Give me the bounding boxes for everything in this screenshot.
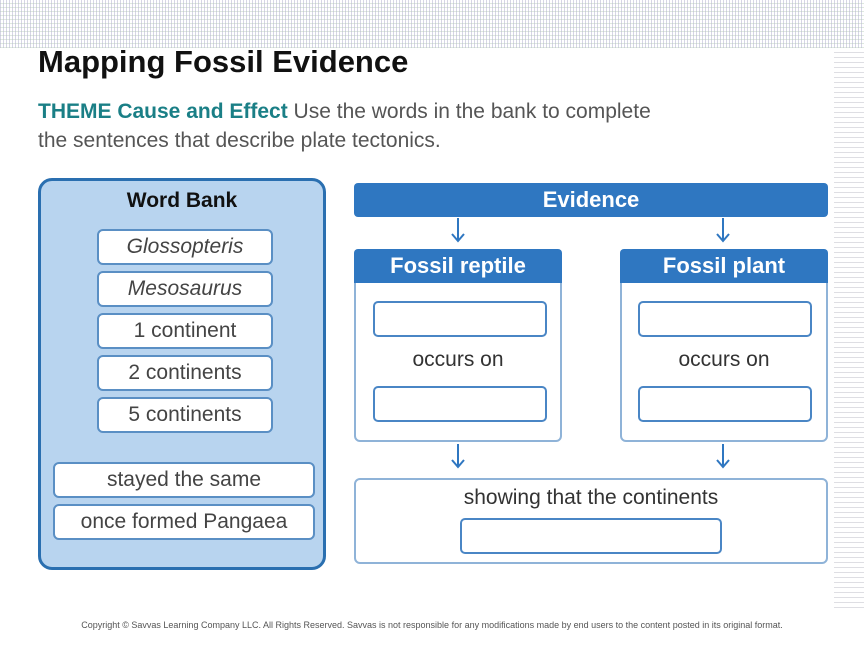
word-chip-mesosaurus[interactable]: Mesosaurus xyxy=(97,271,273,307)
plant-name-blank[interactable] xyxy=(638,301,812,337)
word-chip-once-formed-pangaea[interactable]: once formed Pangaea xyxy=(53,504,315,540)
fossil-plant-card: Fossil plant occurs on xyxy=(620,249,828,442)
arrow-down-icon xyxy=(451,218,465,243)
fossil-reptile-card: Fossil reptile occurs on xyxy=(354,249,562,442)
reptile-name-blank[interactable] xyxy=(373,301,547,337)
conclusion-blank[interactable] xyxy=(460,518,722,554)
conclusion-box: showing that the continents xyxy=(354,478,828,564)
word-bank: Word Bank Glossopteris Mesosaurus 1 cont… xyxy=(38,178,326,570)
fossil-reptile-header: Fossil reptile xyxy=(354,249,562,283)
decorative-texture-top xyxy=(0,0,864,48)
word-bank-title: Word Bank xyxy=(126,189,238,212)
word-chip-1-continent[interactable]: 1 continent xyxy=(97,313,273,349)
word-chip-stayed-the-same[interactable]: stayed the same xyxy=(53,462,315,498)
word-chip-5-continents[interactable]: 5 continents xyxy=(97,397,273,433)
reptile-location-blank[interactable] xyxy=(373,386,547,422)
theme-label: THEME Cause and Effect xyxy=(38,100,288,123)
reptile-occurs-on: occurs on xyxy=(412,348,504,371)
arrow-down-icon xyxy=(451,444,465,469)
plant-location-blank[interactable] xyxy=(638,386,812,422)
evidence-header: Evidence xyxy=(354,183,828,217)
decorative-texture-right xyxy=(834,48,864,608)
arrow-down-icon xyxy=(716,444,730,469)
page-title: Mapping Fossil Evidence xyxy=(38,44,409,79)
word-chip-2-continents[interactable]: 2 continents xyxy=(97,355,273,391)
conclusion-text: showing that the continents xyxy=(463,486,719,509)
copyright-notice: Copyright © Savvas Learning Company LLC.… xyxy=(81,620,783,630)
fossil-plant-header: Fossil plant xyxy=(620,249,828,283)
instructions: THEME Cause and Effect Use the words in … xyxy=(38,97,678,155)
arrow-down-icon xyxy=(716,218,730,243)
plant-occurs-on: occurs on xyxy=(678,348,770,371)
word-chip-glossopteris[interactable]: Glossopteris xyxy=(97,229,273,265)
